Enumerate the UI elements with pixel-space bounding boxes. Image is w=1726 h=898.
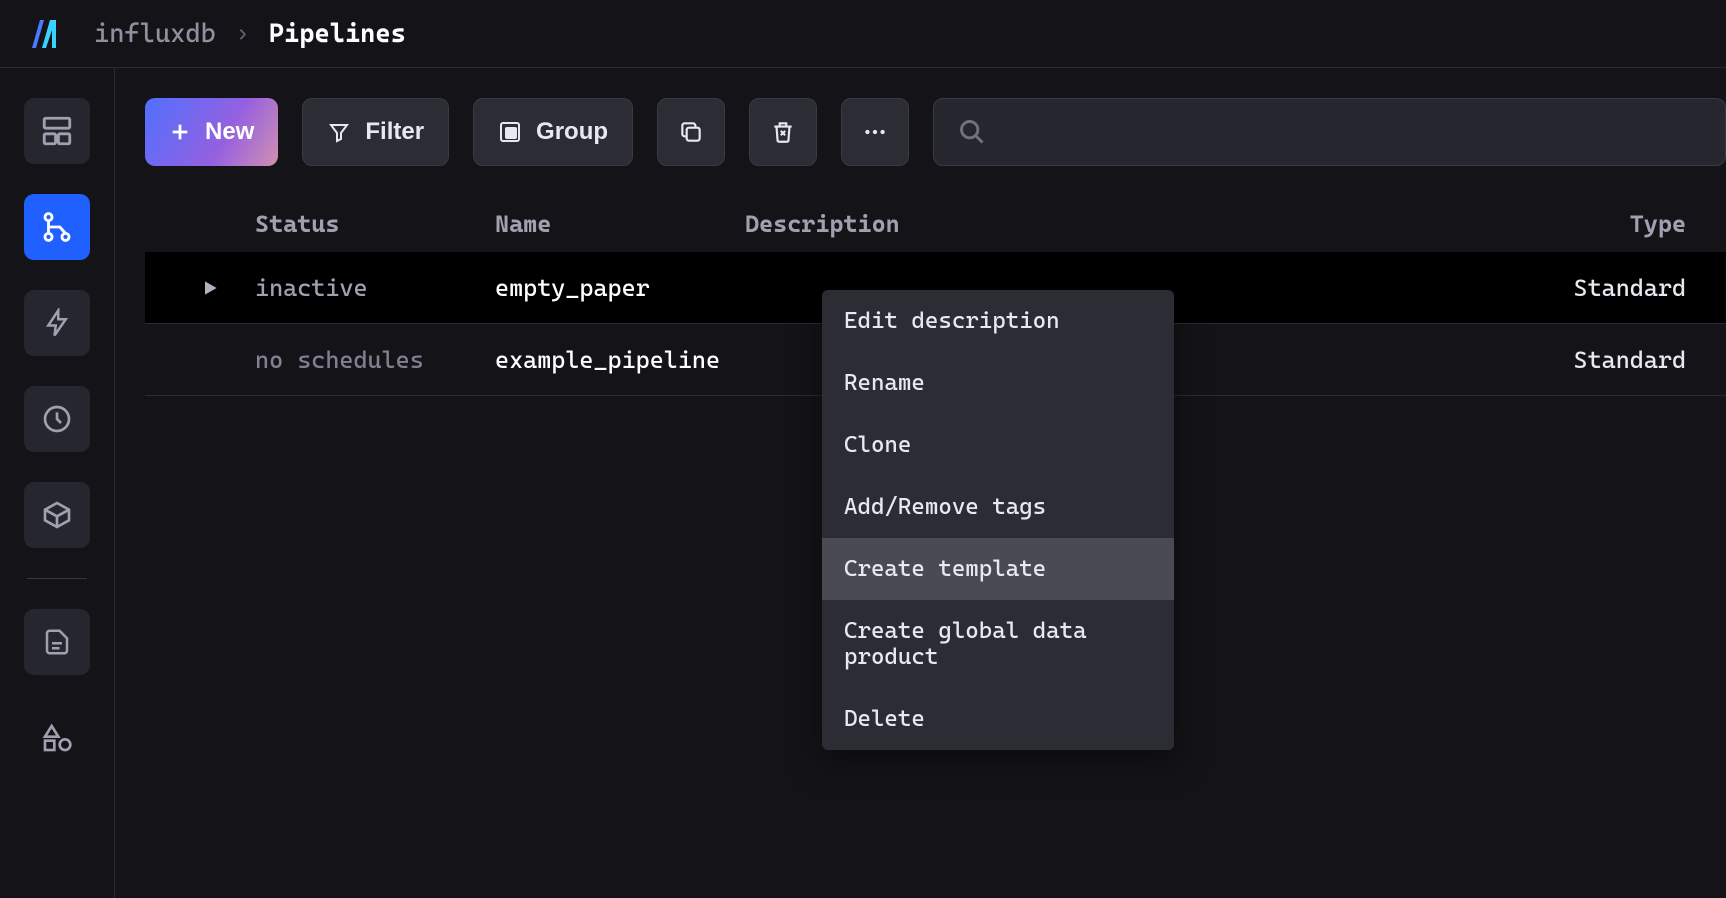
sidebar-item-shapes[interactable] bbox=[24, 705, 90, 771]
logo-icon bbox=[26, 14, 66, 54]
filter-icon bbox=[327, 120, 351, 144]
sidebar-item-pipelines[interactable] bbox=[24, 194, 90, 260]
sidebar-item-dashboard[interactable] bbox=[24, 98, 90, 164]
menu-item-add-remove-tags[interactable]: Add/Remove tags bbox=[822, 476, 1174, 538]
toolbar: New Filter Group bbox=[145, 98, 1726, 166]
file-icon bbox=[42, 627, 72, 657]
type-cell: Standard bbox=[1395, 346, 1726, 374]
col-run-header bbox=[145, 210, 255, 238]
context-menu: Edit description Rename Clone Add/Remove… bbox=[822, 290, 1174, 750]
grid-icon bbox=[40, 114, 74, 148]
col-status-header[interactable]: Status bbox=[255, 210, 495, 238]
col-name-header[interactable]: Name bbox=[495, 210, 745, 238]
search-icon bbox=[958, 118, 986, 146]
sidebar-item-files[interactable] bbox=[24, 609, 90, 675]
menu-item-create-template[interactable]: Create template bbox=[822, 538, 1174, 600]
play-icon bbox=[200, 278, 220, 298]
menu-item-clone[interactable]: Clone bbox=[822, 414, 1174, 476]
plus-icon bbox=[169, 121, 191, 143]
trash-icon bbox=[770, 119, 796, 145]
header: influxdb › Pipelines bbox=[0, 0, 1726, 68]
clock-icon bbox=[41, 403, 73, 435]
table-header: Status Name Description Type bbox=[145, 196, 1726, 252]
group-button-label: Group bbox=[536, 118, 608, 146]
status-cell: no schedules bbox=[255, 346, 495, 374]
col-type-header[interactable]: Type bbox=[1395, 210, 1726, 238]
app-logo[interactable] bbox=[24, 12, 68, 56]
group-icon bbox=[498, 120, 522, 144]
cube-icon bbox=[41, 499, 73, 531]
status-cell: inactive bbox=[255, 274, 495, 302]
menu-item-edit-description[interactable]: Edit description bbox=[822, 290, 1174, 352]
run-button[interactable] bbox=[145, 278, 255, 298]
delete-button[interactable] bbox=[749, 98, 817, 166]
pipeline-icon bbox=[40, 210, 74, 244]
sidebar-item-packages[interactable] bbox=[24, 482, 90, 548]
group-button[interactable]: Group bbox=[473, 98, 633, 166]
copy-button[interactable] bbox=[657, 98, 725, 166]
menu-item-create-global-data-product[interactable]: Create global data product bbox=[822, 600, 1174, 688]
new-button[interactable]: New bbox=[145, 98, 278, 166]
col-description-header[interactable]: Description bbox=[745, 210, 1395, 238]
bolt-icon bbox=[42, 308, 72, 338]
search-input[interactable] bbox=[933, 98, 1726, 166]
more-button[interactable] bbox=[841, 98, 909, 166]
name-cell[interactable]: empty_paper bbox=[495, 274, 745, 302]
breadcrumb-current: Pipelines bbox=[269, 19, 406, 49]
breadcrumb-project[interactable]: influxdb bbox=[94, 19, 216, 49]
type-cell: Standard bbox=[1395, 274, 1726, 302]
more-horizontal-icon bbox=[862, 119, 888, 145]
sidebar bbox=[0, 68, 115, 898]
filter-button[interactable]: Filter bbox=[302, 98, 449, 166]
sidebar-divider bbox=[27, 578, 87, 579]
shapes-icon bbox=[41, 722, 73, 754]
copy-icon bbox=[678, 119, 704, 145]
filter-button-label: Filter bbox=[365, 118, 424, 146]
menu-item-rename[interactable]: Rename bbox=[822, 352, 1174, 414]
breadcrumb: influxdb › Pipelines bbox=[94, 19, 406, 49]
new-button-label: New bbox=[205, 118, 254, 146]
chevron-right-icon: › bbox=[236, 21, 249, 46]
sidebar-item-triggers[interactable] bbox=[24, 290, 90, 356]
menu-item-delete[interactable]: Delete bbox=[822, 688, 1174, 750]
name-cell[interactable]: example_pipeline bbox=[495, 346, 745, 374]
sidebar-item-schedules[interactable] bbox=[24, 386, 90, 452]
